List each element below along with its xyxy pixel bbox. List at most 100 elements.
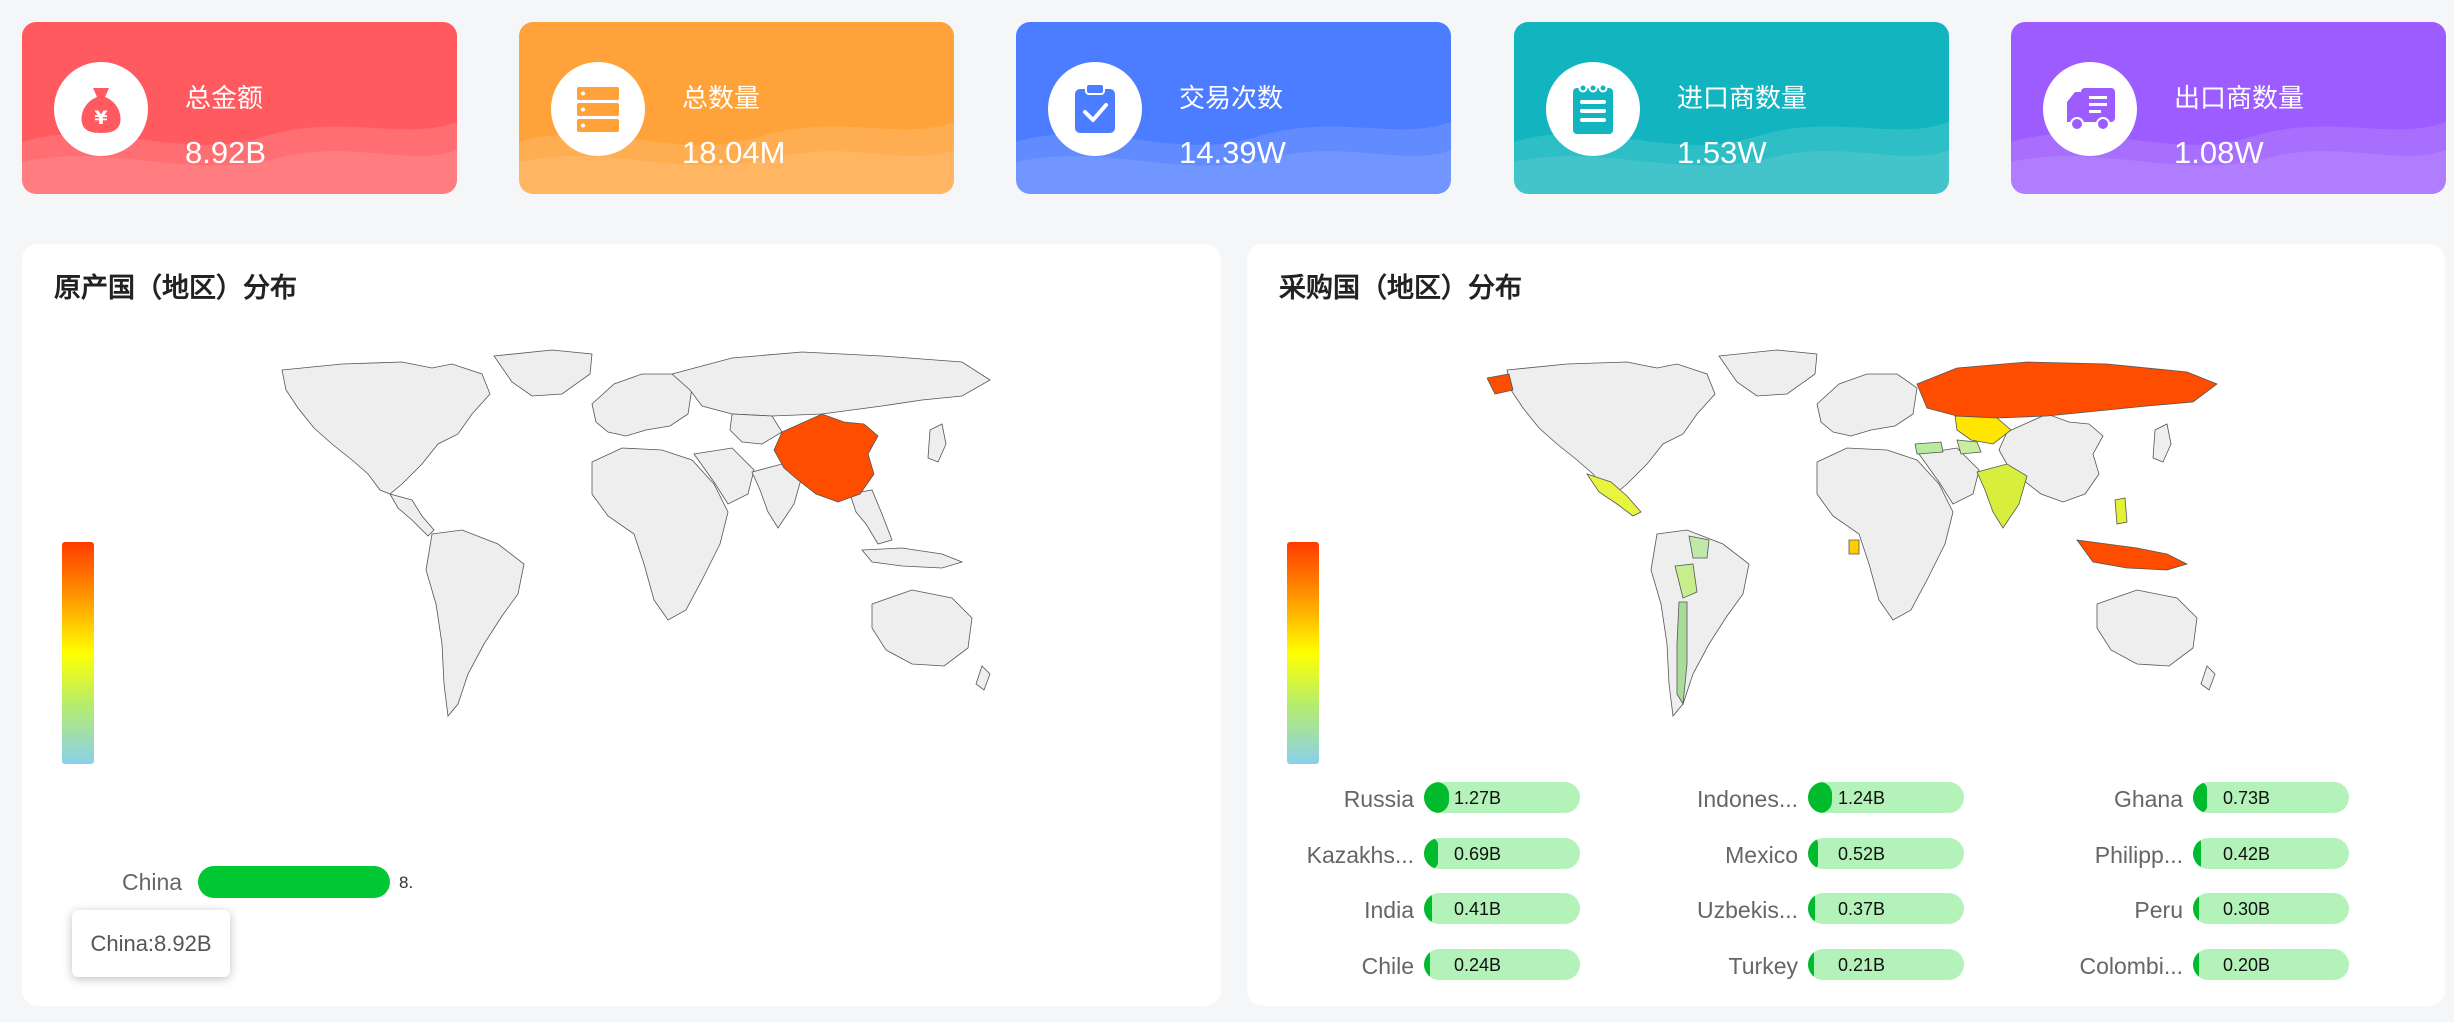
map-region-uzbekistan: [1956, 439, 1982, 455]
row-value-track: 0.73B: [2193, 782, 2349, 813]
purchaser-distribution-panel: 采购国（地区）分布 Russia 1.27B Indones... 1.24B Ghan…: [1247, 244, 2445, 1006]
origin-distribution-panel: 原产国（地区）分布 China 8.: [22, 244, 1221, 1006]
map-tooltip: China:8.92B: [72, 910, 230, 977]
map-region-turkey: [1914, 441, 1944, 455]
map-region-central-america: [389, 493, 435, 537]
map-region-indonesia: [2076, 539, 2189, 571]
purchaser-bar-row[interactable]: Ghana 0.73B: [2038, 782, 2358, 814]
row-country-name: Turkey: [1728, 953, 1798, 979]
purchaser-bar-row[interactable]: Peru 0.30B: [2038, 893, 2358, 925]
row-value-fill: [1424, 893, 1433, 924]
panel-title: 原产国（地区）分布: [54, 273, 297, 304]
row-value-track: 0.24B: [1424, 949, 1580, 980]
row-value-text: 1.24B: [1838, 788, 1886, 808]
purchaser-bar-row[interactable]: Colombi... 0.20B: [2038, 949, 2358, 981]
row-value-fill: [1424, 838, 1438, 869]
map-region-ghana: [1848, 539, 1860, 555]
stat-card-total-amount: ¥ 总金额 8.92B: [22, 22, 457, 194]
money-bag-icon: ¥: [54, 62, 148, 156]
stat-value: 14.39W: [1179, 135, 1286, 170]
map-region-south-america: [425, 529, 525, 717]
row-value-fill: [1808, 949, 1815, 980]
panel-title: 采购国（地区）分布: [1279, 273, 1522, 304]
purchaser-bar-row[interactable]: Russia 1.27B: [1269, 782, 1589, 814]
row-country-name: China: [122, 869, 183, 895]
map-region-southeast-asia: [849, 489, 893, 545]
map-region-russia: [1916, 361, 2218, 419]
row-value-fill: [1808, 893, 1816, 924]
map-region-alaska: [1487, 373, 1514, 395]
row-country-name: Peru: [2134, 897, 2183, 923]
row-value-fill: [2193, 782, 2208, 813]
purchaser-bar-row[interactable]: Indones... 1.24B: [1653, 782, 1973, 814]
row-value-fill: [2193, 949, 2200, 980]
purchaser-world-map[interactable]: [1487, 344, 2222, 724]
map-region-europe: [591, 373, 693, 437]
stat-label: 总金额: [185, 84, 264, 114]
row-value-track: 0.69B: [1424, 838, 1580, 869]
stat-value: 1.53W: [1677, 135, 1767, 170]
purchaser-bar-row[interactable]: India 0.41B: [1269, 893, 1589, 925]
row-country-name: Uzbekis...: [1697, 897, 1798, 923]
map-region-central-asia: [729, 413, 783, 445]
row-country-name: Mexico: [1725, 842, 1798, 868]
stat-value: 1.08W: [2174, 135, 2264, 170]
row-value-text: 0.69B: [1454, 844, 1502, 864]
color-scale-legend: [1287, 542, 1319, 764]
stat-card-total-quantity: 总数量 18.04M: [519, 22, 954, 194]
row-country-name: Indones...: [1696, 786, 1798, 812]
stat-label: 总数量: [682, 84, 761, 114]
row-value-text: 1.27B: [1454, 788, 1502, 808]
svg-text:¥: ¥: [94, 107, 107, 129]
row-value-fill: [1808, 838, 1819, 869]
map-region-greenland: [493, 349, 593, 397]
purchaser-bar-row[interactable]: Uzbekis... 0.37B: [1653, 893, 1973, 925]
row-value-track: 0.21B: [1808, 949, 1964, 980]
row-value-text: 0.52B: [1838, 844, 1886, 864]
row-value-fill: [2193, 893, 2200, 924]
row-country-name: Colombi...: [2079, 953, 2183, 979]
map-region-japan: [927, 423, 947, 463]
stat-card-transactions: 交易次数 14.39W: [1016, 22, 1451, 194]
row-country-name: Kazakhs...: [1306, 842, 1414, 868]
row-value-track: 1.24B: [1808, 782, 1964, 813]
row-country-name: Philipp...: [2094, 842, 2183, 868]
map-region-indonesia: [861, 547, 964, 569]
row-country-name: India: [1364, 897, 1414, 923]
purchaser-bar-row[interactable]: Kazakhs... 0.69B: [1269, 838, 1589, 870]
map-region-australia: [2096, 589, 2198, 667]
stat-label: 出口商数量: [2174, 84, 2305, 114]
row-value-bar: [198, 866, 390, 898]
row-value-track: 0.37B: [1808, 893, 1964, 924]
notepad-icon: [1546, 62, 1640, 156]
stat-label: 交易次数: [1179, 84, 1284, 114]
row-value-text: 0.30B: [2223, 899, 2271, 919]
row-value-track: 0.41B: [1424, 893, 1580, 924]
row-value-text: 8.: [399, 873, 414, 892]
row-value-text: 0.37B: [1838, 899, 1886, 919]
map-region-australia: [871, 589, 973, 667]
map-region-colombia: [1688, 535, 1710, 559]
row-value-fill: [1424, 949, 1431, 980]
row-value-text: 0.41B: [1454, 899, 1502, 919]
map-region-europe: [1816, 373, 1918, 437]
color-scale-legend: [62, 542, 94, 764]
purchaser-bar-row[interactable]: Mexico 0.52B: [1653, 838, 1973, 870]
row-value-fill: [1424, 782, 1449, 813]
row-value-text: 0.24B: [1454, 955, 1502, 975]
delivery-truck-icon: [2043, 62, 2137, 156]
stat-value: 8.92B: [185, 135, 267, 170]
origin-world-map[interactable]: [262, 344, 997, 724]
row-value-track: 0.42B: [2193, 838, 2349, 869]
map-region-greenland: [1718, 349, 1818, 397]
purchaser-bar-row[interactable]: Chile 0.24B: [1269, 949, 1589, 981]
purchaser-bar-row[interactable]: Philipp... 0.42B: [2038, 838, 2358, 870]
stat-card-importers: 进口商数量 1.53W: [1514, 22, 1949, 194]
row-country-name: Russia: [1343, 786, 1414, 812]
purchaser-bar-row[interactable]: Turkey 0.21B: [1653, 949, 1973, 981]
row-value-track: 1.27B: [1424, 782, 1580, 813]
map-region-japan: [2152, 423, 2172, 463]
map-region-philippines: [2114, 497, 2128, 525]
map-region-north-america: [1506, 361, 1716, 495]
row-value-text: 0.73B: [2223, 788, 2271, 808]
